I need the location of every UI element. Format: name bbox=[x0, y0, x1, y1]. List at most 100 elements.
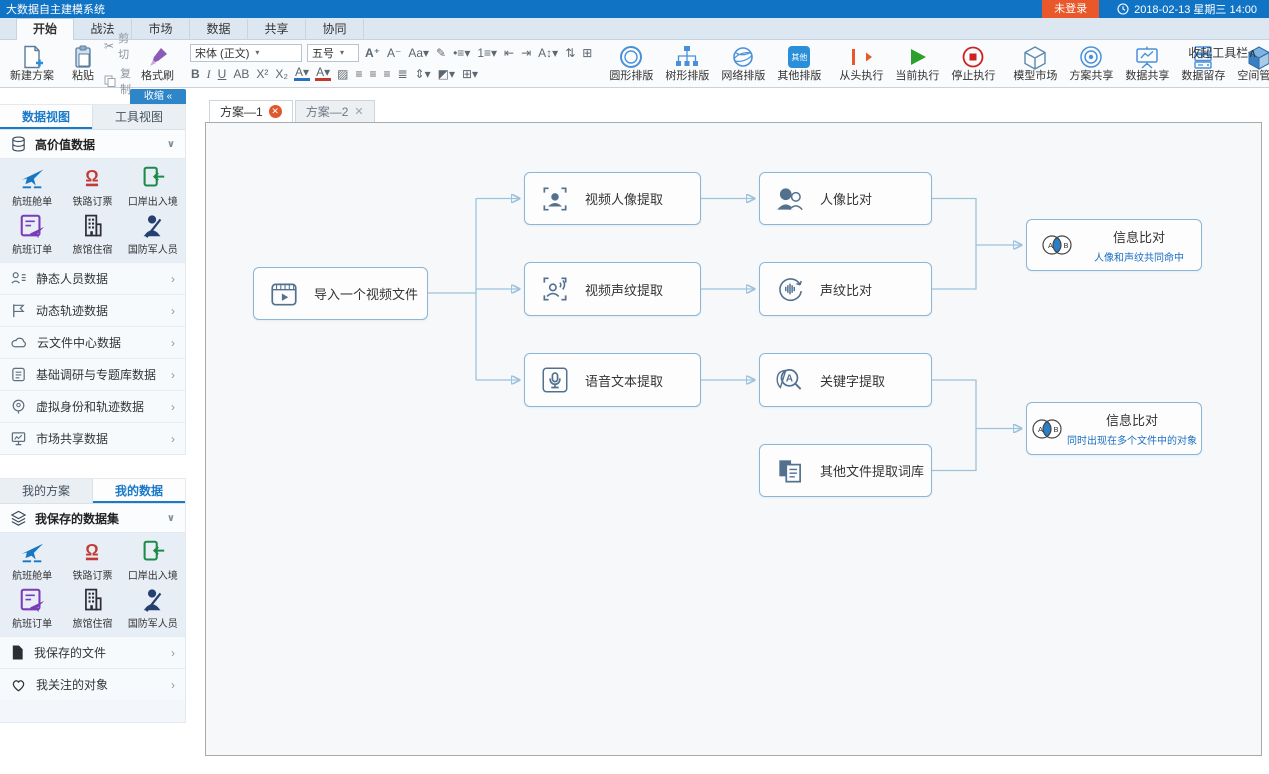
close-tab-icon[interactable]: ✕ bbox=[269, 105, 282, 118]
close-tab-icon[interactable]: ✕ bbox=[354, 105, 363, 118]
soldier-icon bbox=[139, 212, 167, 240]
login-status-badge[interactable]: 未登录 bbox=[1042, 0, 1099, 18]
model-market-button[interactable]: 模型市场 bbox=[1007, 41, 1063, 85]
node-other-file-lexicon[interactable]: 其他文件提取词库 bbox=[759, 444, 932, 497]
grow-font-icon[interactable]: A⁺ bbox=[364, 45, 381, 61]
clear-format-icon[interactable]: ✎ bbox=[435, 45, 447, 61]
canvas-tab-plan2[interactable]: 方案—2 ✕ bbox=[295, 100, 375, 122]
bullet-list-icon[interactable]: •≡▾ bbox=[452, 45, 471, 61]
list-item-my-saved-files[interactable]: 我保存的文件 › bbox=[0, 636, 185, 668]
circle-layout-button[interactable]: 圆形排版 bbox=[603, 41, 659, 85]
borders-icon[interactable]: ⊞▾ bbox=[461, 66, 479, 82]
data-share-button[interactable]: 数据共享 bbox=[1119, 41, 1175, 85]
plan-share-button[interactable]: 方案共享 bbox=[1063, 41, 1119, 85]
dataset-border-entry[interactable]: 口岸出入境 bbox=[123, 538, 183, 582]
text-effect-icon[interactable]: A▾ bbox=[294, 67, 310, 81]
node-video-face-extract[interactable]: 视频人像提取 bbox=[524, 172, 701, 225]
align-center-icon[interactable]: ≡ bbox=[368, 66, 377, 82]
node-info-compare-1[interactable]: AB 信息比对 人像和声纹共同命中 bbox=[1026, 219, 1202, 271]
format-painter-button[interactable]: 格式刷 bbox=[135, 41, 180, 85]
other-layout-button[interactable]: 其他 其他排版 bbox=[771, 41, 827, 85]
dataset-hotel-stay[interactable]: 旅馆住宿 bbox=[62, 212, 122, 256]
dataset-military-personnel[interactable]: 国防军人员 bbox=[123, 586, 183, 630]
menu-tab-share[interactable]: 共享 bbox=[248, 19, 306, 40]
dataset-flight-manifest[interactable]: 航班舱单 bbox=[2, 164, 62, 208]
section-my-saved-datasets[interactable]: 我保存的数据集 ∨ bbox=[0, 504, 185, 533]
spacing-icon[interactable]: A↕▾ bbox=[537, 45, 559, 61]
dataset-flight-order[interactable]: 航班订单 bbox=[2, 212, 62, 256]
node-face-compare[interactable]: 人像比对 bbox=[759, 172, 932, 225]
dataset-flight-manifest[interactable]: 航班舱单 bbox=[2, 538, 62, 582]
collapse-toolbar-link[interactable]: 收起工具栏∧ bbox=[1188, 44, 1257, 61]
highlight-icon[interactable]: ▨ bbox=[336, 66, 349, 82]
section-high-value-data[interactable]: 高价值数据 ∨ bbox=[0, 130, 185, 159]
menu-tab-market[interactable]: 市场 bbox=[132, 19, 190, 40]
shrink-font-icon[interactable]: A⁻ bbox=[386, 45, 402, 61]
new-plan-button[interactable]: 新建方案 bbox=[4, 41, 60, 85]
italic-button[interactable]: I bbox=[206, 66, 212, 82]
align-right-icon[interactable]: ≡ bbox=[382, 66, 391, 82]
shading-icon[interactable]: ◩▾ bbox=[437, 66, 456, 82]
dataset-rail-ticket[interactable]: Ω 铁路订票 bbox=[62, 164, 122, 208]
outdent-icon[interactable]: ⇤ bbox=[503, 45, 515, 61]
menu-tab-collab[interactable]: 协同 bbox=[306, 19, 364, 40]
list-item-dynamic-track[interactable]: 动态轨迹数据 › bbox=[0, 294, 185, 326]
network-layout-button[interactable]: 网络排版 bbox=[715, 41, 771, 85]
node-keyword-extract[interactable]: A 关键字提取 bbox=[759, 353, 932, 407]
tab-my-data[interactable]: 我的数据 bbox=[93, 479, 185, 503]
chevron-down-icon: ▾ bbox=[255, 48, 259, 57]
paste-button[interactable]: 粘贴 bbox=[66, 41, 100, 85]
superscript-button[interactable]: X² bbox=[255, 66, 269, 82]
run-current-button[interactable]: 当前执行 bbox=[889, 41, 945, 85]
list-item-survey-library[interactable]: 基础调研与专题库数据 › bbox=[0, 358, 185, 390]
venn-diagram-icon: AB bbox=[1027, 230, 1087, 260]
align-left-icon[interactable]: ≡ bbox=[354, 66, 363, 82]
underline-button[interactable]: U bbox=[217, 66, 228, 82]
cut-button[interactable]: ✂ 剪切 bbox=[104, 30, 131, 62]
node-info-compare-2[interactable]: AB 信息比对 同时出现在多个文件中的对象 bbox=[1026, 402, 1202, 455]
list-item-my-followed-objects[interactable]: 我关注的对象 › bbox=[0, 668, 185, 700]
documents-icon bbox=[760, 455, 820, 487]
tab-tool-view[interactable]: 工具视图 bbox=[93, 105, 185, 129]
railway-icon: Ω bbox=[79, 164, 105, 192]
sort-icon[interactable]: ⇅ bbox=[564, 45, 576, 61]
menu-tab-data[interactable]: 数据 bbox=[190, 19, 248, 40]
dataset-hotel-stay[interactable]: 旅馆住宿 bbox=[62, 586, 122, 630]
node-speech-text-extract[interactable]: 语音文本提取 bbox=[524, 353, 701, 407]
table-icon[interactable]: ⊞ bbox=[581, 45, 593, 61]
align-justify-icon[interactable]: ≣ bbox=[396, 66, 408, 82]
change-case-icon[interactable]: Aa▾ bbox=[407, 45, 430, 61]
run-from-start-button[interactable]: 从头执行 bbox=[833, 41, 889, 85]
menu-tab-start[interactable]: 开始 bbox=[16, 18, 74, 41]
tab-my-plans[interactable]: 我的方案 bbox=[0, 479, 93, 503]
tab-data-view[interactable]: 数据视图 bbox=[0, 105, 93, 129]
canvas-tab-plan1[interactable]: 方案—1 ✕ bbox=[209, 100, 293, 122]
bold-button[interactable]: B bbox=[190, 66, 201, 82]
sidebar-collapse-button[interactable]: 收缩 « bbox=[130, 89, 186, 104]
subscript-button[interactable]: X₂ bbox=[274, 66, 289, 82]
list-item-virtual-identity[interactable]: 虚拟身份和轨迹数据 › bbox=[0, 390, 185, 422]
faces-compare-icon bbox=[760, 183, 820, 215]
indent-icon[interactable]: ⇥ bbox=[520, 45, 532, 61]
flowchart-canvas[interactable]: 导入一个视频文件 视频人像提取 视频声纹提取 语音文本提取 人像比对 bbox=[205, 122, 1262, 756]
list-item-market-shared[interactable]: 市场共享数据 › bbox=[0, 422, 185, 454]
font-size-select[interactable]: 五号▾ bbox=[307, 44, 359, 62]
node-voiceprint-compare[interactable]: 声纹比对 bbox=[759, 262, 932, 316]
node-import-video[interactable]: 导入一个视频文件 bbox=[253, 267, 428, 320]
node-video-voiceprint-extract[interactable]: 视频声纹提取 bbox=[524, 262, 701, 316]
stop-button[interactable]: 停止执行 bbox=[945, 41, 1001, 85]
tree-layout-button[interactable]: 树形排版 bbox=[659, 41, 715, 85]
dataset-flight-order[interactable]: 航班订单 bbox=[2, 586, 62, 630]
number-list-icon[interactable]: 1≡▾ bbox=[476, 45, 498, 61]
font-color-icon[interactable]: A▾ bbox=[315, 67, 331, 81]
copy-button[interactable]: 复制 bbox=[104, 65, 131, 97]
strikethrough-button[interactable]: AB bbox=[232, 66, 250, 82]
list-item-cloud-files[interactable]: 云文件中心数据 › bbox=[0, 326, 185, 358]
font-family-select[interactable]: 宋体 (正文)▾ bbox=[190, 44, 302, 62]
dataset-rail-ticket[interactable]: Ω 铁路订票 bbox=[62, 538, 122, 582]
line-spacing-icon[interactable]: ⇕▾ bbox=[414, 66, 432, 82]
dataset-military-personnel[interactable]: 国防军人员 bbox=[123, 212, 183, 256]
flight-order-icon bbox=[18, 212, 46, 240]
dataset-border-entry[interactable]: 口岸出入境 bbox=[123, 164, 183, 208]
list-item-static-person[interactable]: 静态人员数据 › bbox=[0, 262, 185, 294]
